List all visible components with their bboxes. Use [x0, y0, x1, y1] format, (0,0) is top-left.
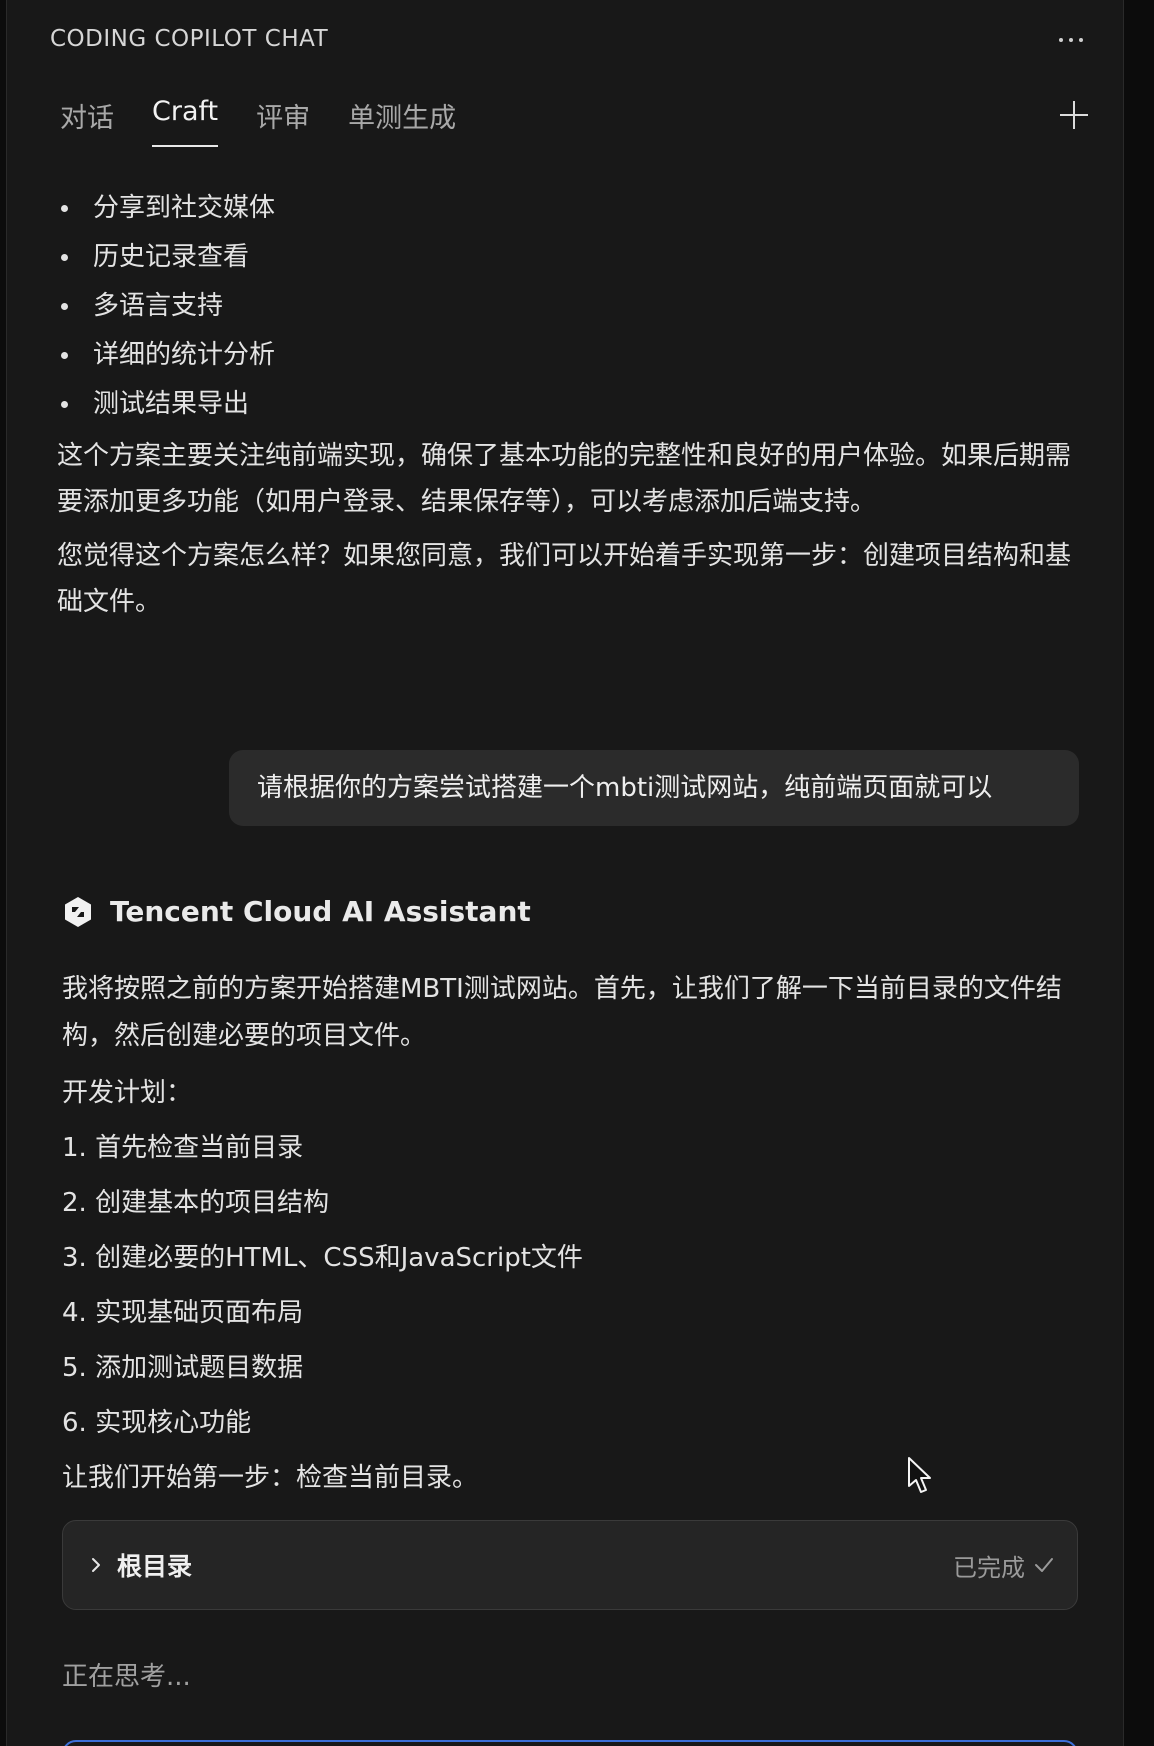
plan-item: 2. 创建基本的项目结构: [62, 1188, 330, 1218]
assistant-name: Tencent Cloud AI Assistant: [110, 895, 531, 928]
tool-card-label: 根目录: [117, 1552, 193, 1581]
assistant-header: Tencent Cloud AI Assistant: [62, 895, 531, 928]
list-item: 测试结果导出: [57, 384, 1077, 433]
mouse-cursor-icon: [908, 1457, 931, 1493]
list-item: 分享到社交媒体: [57, 188, 1077, 237]
mode-tabs: 对话 Craft 评审 单测生成: [60, 96, 494, 147]
tencent-cloud-logo-icon: [65, 896, 91, 927]
plus-icon[interactable]: [1059, 100, 1089, 130]
plan-item: 1. 首先检查当前目录: [62, 1133, 304, 1163]
reply-intro: 我将按照之前的方案开始搭建MBTI测试网站。首先，让我们了解一下当前目录的文件结…: [62, 974, 1062, 1051]
list-item: 多语言支持: [57, 286, 1077, 335]
chat-input-box[interactable]: [62, 1740, 1078, 1746]
user-message-bubble: 请根据你的方案尝试搭建一个mbti测试网站，纯前端页面就可以: [229, 750, 1079, 826]
check-icon: [1035, 1558, 1053, 1572]
tab-review[interactable]: 评审: [256, 96, 310, 147]
assistant-reply: 我将按照之前的方案开始搭建MBTI测试网站。首先，让我们了解一下当前目录的文件结…: [62, 966, 1082, 1506]
plan-item: 6. 实现核心功能: [62, 1408, 252, 1438]
ellipsis-icon[interactable]: [1051, 24, 1091, 56]
list-item: 详细的统计分析: [57, 335, 1077, 384]
question-paragraph: 您觉得这个方案怎么样？如果您同意，我们可以开始着手实现第一步：创建项目结构和基础…: [57, 541, 1072, 617]
directory-tool-card[interactable]: 根目录 已完成: [62, 1520, 1078, 1610]
plan-heading: 开发计划：: [62, 1078, 193, 1108]
feature-list: 分享到社交媒体 历史记录查看 多语言支持 详细的统计分析 测试结果导出: [57, 188, 1077, 433]
tab-unit-test[interactable]: 单测生成: [348, 96, 456, 147]
list-item: 历史记录查看: [57, 237, 1077, 286]
thinking-status: 正在思考...: [62, 1662, 191, 1692]
panel-title: CODING COPILOT CHAT: [50, 26, 329, 52]
plan-item: 4. 实现基础页面布局: [62, 1298, 304, 1328]
tab-craft[interactable]: Craft: [152, 96, 219, 147]
plan-item: 3. 创建必要的HTML、CSS和JavaScript文件: [62, 1243, 583, 1273]
plan-item: 5. 添加测试题目数据: [62, 1353, 304, 1383]
previous-assistant-message: 分享到社交媒体 历史记录查看 多语言支持 详细的统计分析 测试结果导出 这个方案…: [57, 188, 1077, 625]
tab-chat[interactable]: 对话: [60, 96, 114, 147]
summary-paragraph: 这个方案主要关注纯前端实现，确保了基本功能的完整性和良好的用户体验。如果后期需要…: [57, 441, 1072, 517]
chevron-right-icon: [92, 1558, 100, 1572]
copilot-chat-panel: CODING COPILOT CHAT 对话 Craft 评审 单测生成 分享到…: [6, 0, 1124, 1746]
tool-card-status: 已完成: [953, 1553, 1025, 1582]
